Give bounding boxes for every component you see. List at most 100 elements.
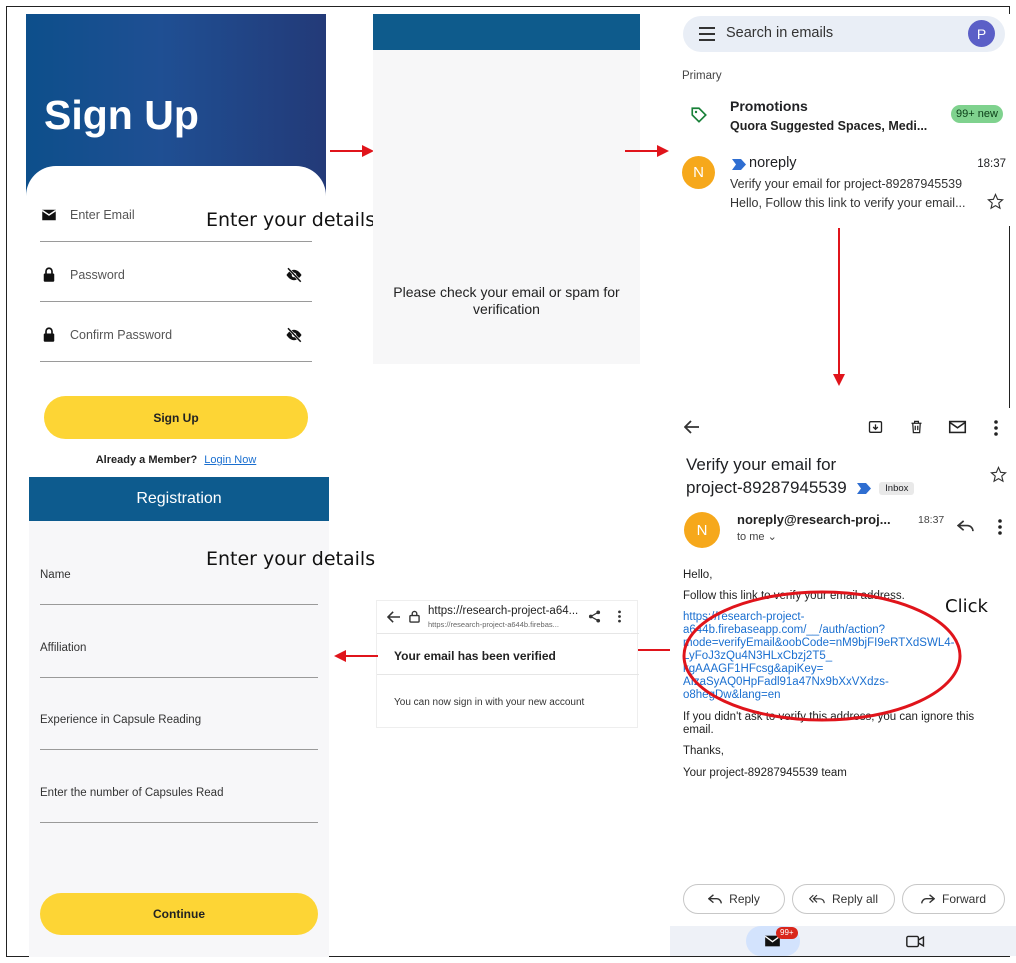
eye-off-icon[interactable] [284, 266, 304, 284]
verified-title: Your email has been verified [394, 649, 556, 663]
primary-label: Primary [682, 70, 722, 82]
divider [377, 633, 639, 634]
archive-icon[interactable] [867, 419, 884, 435]
signup-title: Sign Up [44, 92, 199, 138]
more-vert-icon[interactable] [617, 610, 622, 623]
confirm-password-placeholder: Confirm Password [70, 328, 173, 342]
lock-icon [409, 610, 420, 623]
verification-message: Please check your email or spam for veri… [393, 284, 620, 317]
search-placeholder: Search in emails [726, 25, 834, 41]
lock-icon [43, 267, 55, 282]
verified-body: You can now sign in with your new accoun… [394, 697, 585, 708]
reply-label: Reply [729, 892, 760, 906]
affiliation-field[interactable]: Affiliation [40, 634, 318, 678]
signup-button[interactable]: Sign Up [44, 396, 308, 439]
subject-line-1: Verify your email for [686, 455, 837, 474]
capsules-read-field[interactable]: Enter the number of Capsules Read [40, 779, 318, 823]
recipient-text: to me [737, 531, 765, 543]
sender-avatar: N [684, 512, 720, 548]
account-avatar[interactable]: P [968, 20, 995, 47]
important-marker-icon [857, 483, 872, 495]
flow-arrow-down [833, 228, 845, 386]
promotions-row[interactable]: Promotions Quora Suggested Spaces, Medi.… [670, 94, 1016, 144]
verification-screen: Please check your email or spam for veri… [373, 14, 640, 364]
confirm-password-field[interactable]: Confirm Password [40, 320, 312, 362]
body-greeting: Hello, [683, 569, 713, 581]
sender-avatar: N [682, 156, 715, 189]
flow-arrow-right [625, 145, 669, 157]
mail-badge: 99+ [776, 927, 798, 939]
signup-screen: Sign Up Enter Email Password Confirm Pas… [26, 14, 326, 476]
experience-field[interactable]: Experience in Capsule Reading [40, 706, 318, 750]
annotation-enter-details: Enter your details [206, 209, 376, 231]
password-placeholder: Password [70, 268, 125, 282]
email-row-noreply[interactable]: N noreply 18:37 Verify your email for pr… [670, 152, 1016, 216]
menu-icon[interactable] [699, 27, 715, 41]
video-camera-icon[interactable] [906, 935, 925, 948]
forward-label: Forward [941, 892, 986, 906]
divider [377, 674, 639, 675]
more-vert-icon[interactable] [997, 519, 1003, 535]
mark-unread-icon[interactable] [948, 420, 967, 434]
mail-tab[interactable]: 99+ [746, 926, 800, 956]
email-placeholder: Enter Email [70, 208, 135, 222]
eye-off-icon[interactable] [284, 326, 304, 344]
affiliation-label: Affiliation [40, 642, 87, 654]
browser-url[interactable]: https://research-project-a64... [428, 605, 578, 617]
login-now-link[interactable]: Login Now [204, 454, 256, 466]
gmail-inbox-screen: Search in emails P Primary Promotions Qu… [670, 14, 1016, 226]
search-bar[interactable]: Search in emails P [683, 16, 1005, 52]
star-icon[interactable] [990, 466, 1007, 483]
forward-button[interactable]: Forward [902, 884, 1005, 914]
experience-label: Experience in Capsule Reading [40, 714, 202, 726]
star-icon[interactable] [987, 193, 1004, 210]
password-field[interactable]: Password [40, 260, 312, 302]
registration-app-bar: Registration [29, 477, 329, 521]
name-label: Name [40, 569, 71, 581]
back-arrow-icon[interactable] [387, 611, 401, 623]
reply-all-icon [808, 894, 825, 903]
subject-line-2-text: project-89287945539 [686, 478, 847, 497]
new-badge: 99+ new [951, 105, 1003, 123]
email-subject: Verify your email for project-8928794553… [730, 177, 963, 191]
click-highlight-ellipse [682, 590, 962, 722]
inbox-label-chip[interactable]: Inbox [879, 482, 915, 496]
more-vert-icon[interactable] [993, 420, 999, 436]
browser-verified-screen: https://research-project-a64... https://… [376, 600, 639, 728]
already-member-text: Already a Member? [95, 454, 198, 466]
flow-arrow-left [334, 650, 378, 662]
reply-all-label: Reply all [831, 892, 879, 906]
bottom-nav-bar: 99+ [670, 926, 1016, 956]
flow-arrow-right [330, 145, 374, 157]
email-subject-heading: Verify your email for project-8928794553… [686, 453, 915, 500]
promotions-title: Promotions [730, 98, 808, 114]
promotions-subtitle: Quora Suggested Spaces, Medi... [730, 119, 928, 133]
tag-icon [691, 107, 707, 123]
back-arrow-icon[interactable] [684, 420, 700, 434]
reply-icon [708, 893, 723, 903]
continue-button[interactable]: Continue [40, 893, 318, 935]
body-thanks: Thanks, [683, 745, 724, 757]
reply-icon[interactable] [957, 520, 974, 533]
subject-line-2: project-89287945539 Inbox [686, 476, 915, 500]
share-icon[interactable] [588, 610, 601, 623]
recipient-row[interactable]: to me ⌄ [737, 530, 777, 543]
verification-app-bar [373, 14, 640, 50]
login-row: Already a Member? Login Now [26, 454, 326, 466]
reply-button[interactable]: Reply [683, 884, 785, 914]
mail-icon [41, 209, 57, 221]
email-detail-time: 18:37 [918, 514, 945, 526]
annotation-enter-details: Enter your details [206, 548, 376, 570]
forward-icon [921, 893, 935, 903]
browser-url-sub: https://research-project-a644b.firebas..… [428, 620, 559, 629]
email-sender: noreply [749, 155, 797, 171]
chevron-down-icon: ⌄ [767, 531, 777, 543]
capsules-label: Enter the number of Capsules Read [40, 787, 224, 799]
lock-icon [43, 327, 55, 342]
sender-address: noreply@research-proj... [737, 512, 891, 527]
reply-all-button[interactable]: Reply all [792, 884, 895, 914]
body-team: Your project-89287945539 team [683, 767, 847, 779]
email-time: 18:37 [977, 158, 1006, 170]
important-marker-icon [732, 159, 746, 170]
delete-icon[interactable] [909, 419, 924, 435]
